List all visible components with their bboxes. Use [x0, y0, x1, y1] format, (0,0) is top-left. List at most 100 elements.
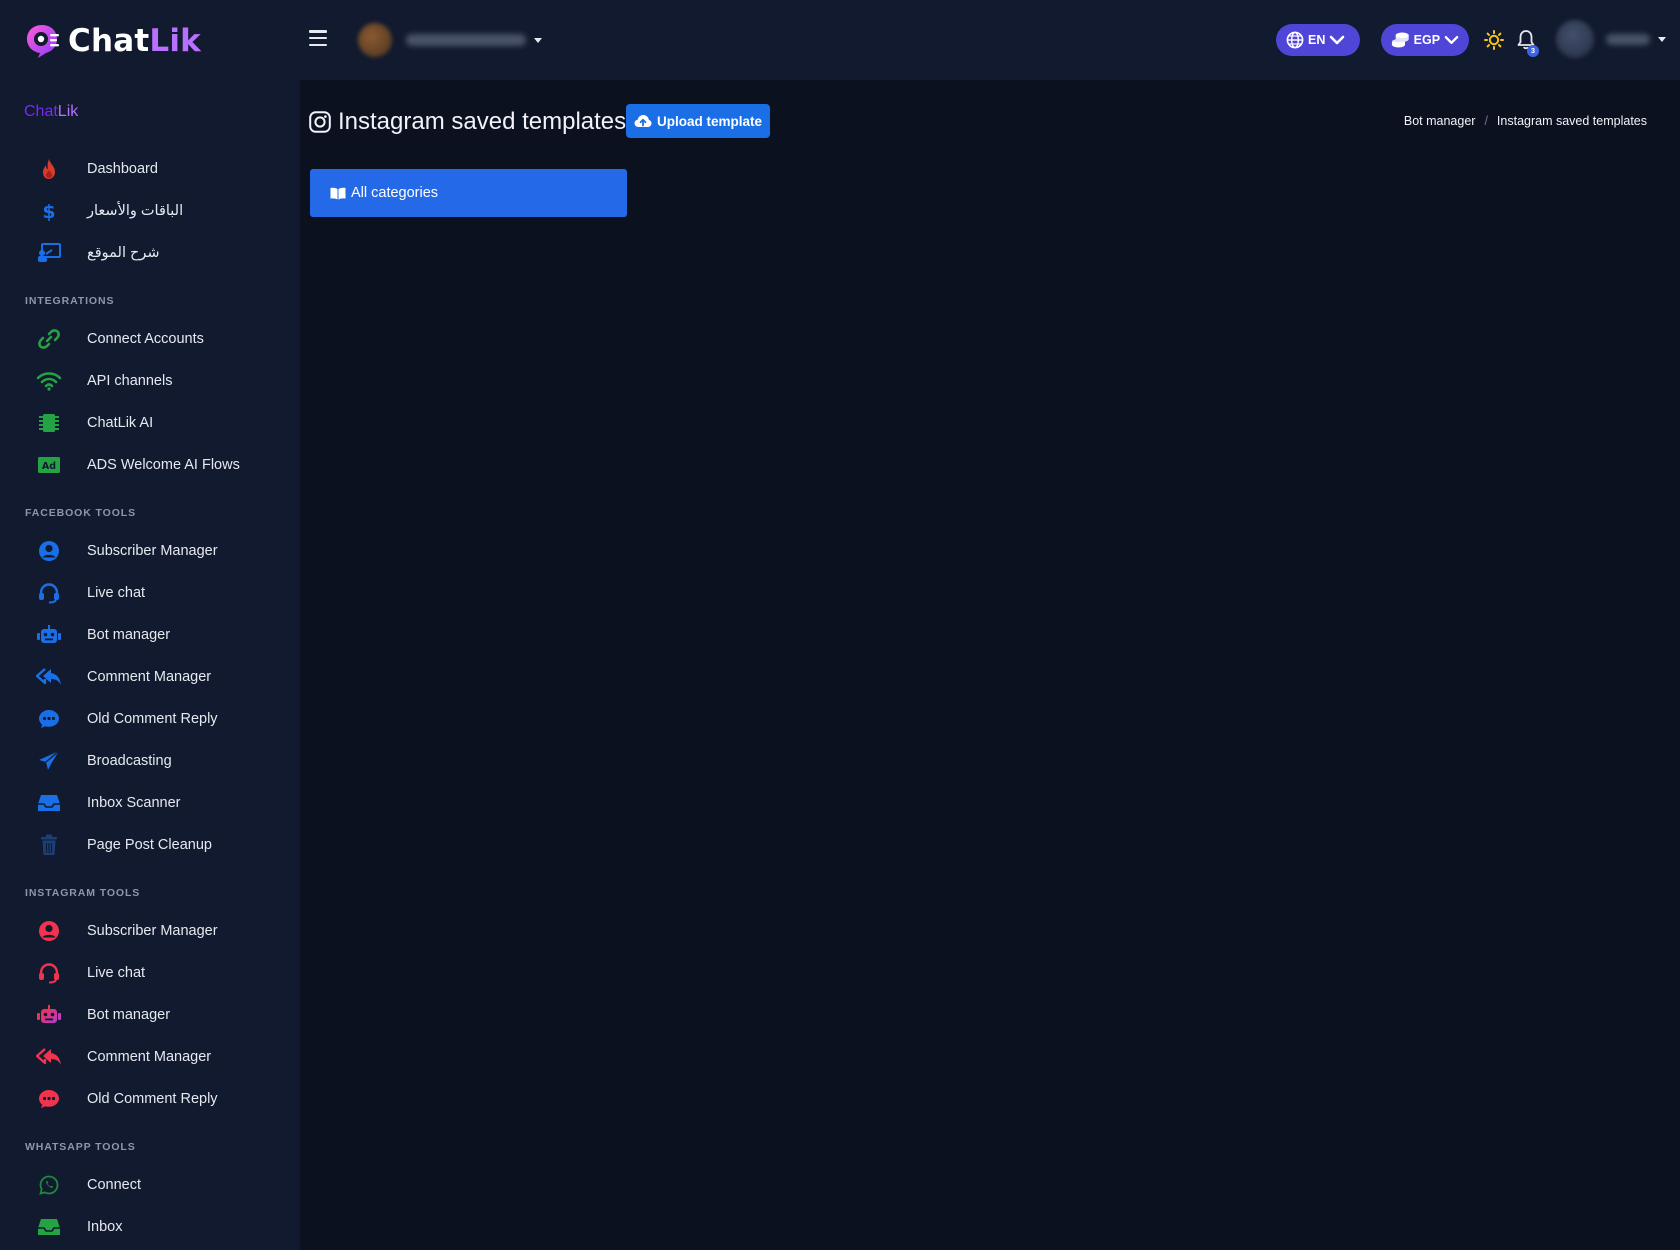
sidebar-item-label: Subscriber Manager [87, 543, 218, 559]
link-icon [24, 327, 74, 351]
all-categories-label: All categories [351, 185, 439, 201]
sidebar-item-fb-broadcasting[interactable]: Broadcasting [24, 741, 284, 781]
dollar-icon: $ [24, 199, 74, 223]
sidebar-item-ig-comment-manager[interactable]: Comment Manager [24, 1037, 284, 1077]
paper-plane-icon [24, 749, 74, 773]
instagram-icon [309, 111, 331, 133]
language-selector[interactable]: EN [1276, 24, 1360, 56]
sidebar-item-pricing[interactable]: $ الباقات والأسعار [24, 191, 284, 231]
sidebar-item-connect-accounts[interactable]: Connect Accounts [24, 319, 284, 359]
inbox-icon [24, 791, 74, 815]
sidebar-item-api-channels[interactable]: API channels [24, 361, 284, 401]
section-heading-integrations: INTEGRATIONS [25, 295, 115, 307]
cloud-upload-icon [634, 115, 652, 127]
reply-all-icon [24, 1045, 74, 1069]
inbox-icon [24, 1215, 74, 1239]
sidebar-item-wa-inbox[interactable]: Inbox [24, 1207, 284, 1247]
comment-dots-icon [24, 1087, 74, 1111]
sidebar-brand-name: ChatLik [24, 103, 78, 121]
chevron-down-icon [534, 37, 542, 43]
coins-icon [1391, 32, 1409, 48]
sidebar-item-label: Subscriber Manager [87, 923, 218, 939]
account-switcher[interactable] [358, 23, 542, 57]
breadcrumb-link-bot-manager[interactable]: Bot manager [1404, 114, 1476, 128]
brand-name-part1: Chat [68, 23, 150, 59]
chevron-down-icon [1444, 35, 1459, 45]
brand-name-part2: Lik [149, 23, 201, 59]
sidebar-item-label: API channels [87, 373, 173, 389]
ad-icon: Ad [24, 453, 74, 477]
sidebar-item-label: Bot manager [87, 1007, 171, 1023]
sidebar-item-label: Inbox [87, 1219, 123, 1235]
sidebar-item-ig-live-chat[interactable]: Live chat [24, 953, 284, 993]
brand-name-part1: Chat [24, 103, 58, 120]
sidebar-item-label: ChatLik AI [87, 415, 154, 431]
currency-label: EGP [1413, 33, 1441, 47]
user-menu[interactable] [1556, 20, 1666, 58]
sidebar-item-site-guide[interactable]: شرح الموقع [24, 233, 284, 273]
sidebar-item-label: Connect Accounts [87, 331, 204, 347]
sidebar-item-fb-old-comment-reply[interactable]: Old Comment Reply [24, 699, 284, 739]
all-categories-button[interactable]: All categories [310, 169, 627, 217]
open-book-icon [330, 187, 346, 199]
upload-template-button[interactable]: Upload template [626, 104, 770, 138]
breadcrumb: Bot manager / Instagram saved templates [1404, 114, 1647, 128]
sidebar-item-label: Old Comment Reply [87, 711, 218, 727]
sidebar-item-label: شرح الموقع [87, 245, 160, 261]
sidebar-item-fb-comment-manager[interactable]: Comment Manager [24, 657, 284, 697]
section-heading-instagram-tools: INSTAGRAM TOOLS [25, 887, 141, 899]
language-label: EN [1308, 33, 1326, 47]
sidebar-item-fb-page-post-cleanup[interactable]: Page Post Cleanup [24, 825, 284, 865]
sun-icon[interactable] [1484, 30, 1504, 50]
upload-template-label: Upload template [656, 113, 762, 129]
sidebar-item-ads-welcome-ai-flows[interactable]: Ad ADS Welcome AI Flows [24, 445, 284, 485]
brand-name-part2: Lik [57, 103, 79, 120]
sidebar-item-fb-live-chat[interactable]: Live chat [24, 573, 284, 613]
notification-badge: 3 [1527, 45, 1539, 57]
page-title: Instagram saved templates [309, 108, 626, 136]
wifi-icon [24, 369, 74, 393]
sidebar-item-chatlik-ai[interactable]: ChatLik AI [24, 403, 284, 443]
chevron-down-icon [1330, 35, 1345, 45]
user-avatar [1556, 20, 1594, 58]
sidebar-item-wa-connect[interactable]: Connect [24, 1165, 284, 1205]
reply-all-icon [24, 665, 74, 689]
sidebar-item-ig-old-comment-reply[interactable]: Old Comment Reply [24, 1079, 284, 1119]
sidebar-item-label: Dashboard [87, 161, 158, 177]
sidebar-item-fb-inbox-scanner[interactable]: Inbox Scanner [24, 783, 284, 823]
sidebar-item-ig-bot-manager[interactable]: Bot manager [24, 995, 284, 1035]
sidebar-brand-logo[interactable]: ChatLik [24, 103, 78, 121]
sidebar-item-label: Inbox Scanner [87, 795, 181, 811]
chip-icon [24, 411, 74, 435]
sidebar-item-dashboard[interactable]: Dashboard [24, 149, 284, 189]
sidebar-item-fb-bot-manager[interactable]: Bot manager [24, 615, 284, 655]
robot-icon [24, 1003, 74, 1027]
user-circle-icon [24, 919, 74, 943]
sidebar-item-fb-subscriber-manager[interactable]: Subscriber Manager [24, 531, 284, 571]
sidebar-item-ig-subscriber-manager[interactable]: Subscriber Manager [24, 911, 284, 951]
section-heading-whatsapp-tools: WHATSAPP TOOLS [25, 1141, 136, 1153]
user-circle-icon [24, 539, 74, 563]
sidebar-item-label: ADS Welcome AI Flows [87, 457, 240, 473]
sidebar-item-label: Comment Manager [87, 1049, 212, 1065]
section-heading-facebook-tools: FACEBOOK TOOLS [25, 507, 136, 519]
fire-icon [24, 157, 74, 181]
page-avatar [358, 23, 392, 57]
hamburger-menu-icon[interactable] [309, 30, 327, 47]
robot-icon [24, 623, 74, 647]
headset-icon [24, 961, 74, 985]
svg-text:Ad: Ad [42, 461, 56, 472]
chatlik-logo-icon [27, 25, 59, 58]
headset-icon [24, 581, 74, 605]
currency-selector[interactable]: EGP [1381, 24, 1469, 56]
brand-logo[interactable]: ChatLik [24, 22, 201, 60]
sidebar-item-label: Broadcasting [87, 753, 172, 769]
brand-name: ChatLik [68, 23, 201, 59]
sidebar-item-label: Page Post Cleanup [87, 837, 212, 853]
sidebar-item-label: الباقات والأسعار [87, 203, 184, 219]
sidebar-item-label: Bot manager [87, 627, 171, 643]
page-title-text: Instagram saved templates [338, 108, 627, 135]
sidebar-item-label: Live chat [87, 585, 146, 601]
sidebar-item-label: Connect [87, 1177, 142, 1193]
trash-icon [24, 833, 74, 857]
